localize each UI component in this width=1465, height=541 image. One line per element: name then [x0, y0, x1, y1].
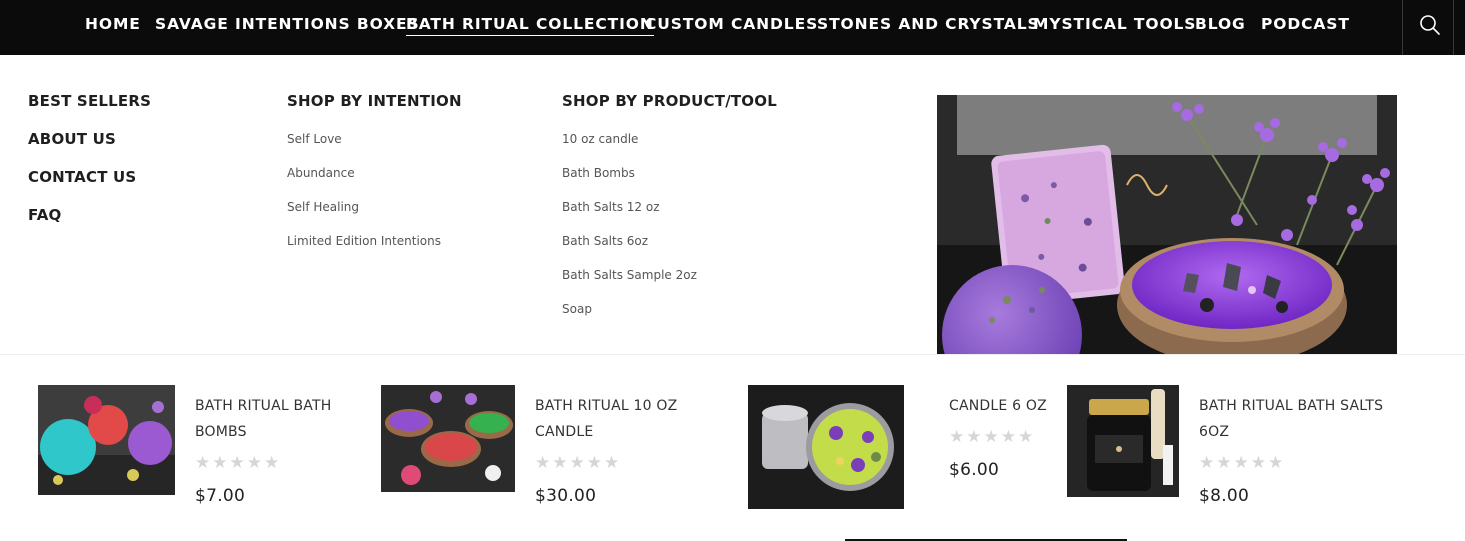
product-title[interactable]: BATH RITUAL BATH SALTS 6OZ: [1199, 393, 1383, 445]
product-price: $7.00: [195, 486, 246, 506]
nav-podcast[interactable]: PODCAST: [1261, 14, 1350, 34]
candle-6oz-photo: [748, 385, 904, 509]
product-title-line: CANDLE 6 OZ: [949, 398, 1047, 414]
shop-by-intention-heading: SHOP BY INTENTION: [287, 92, 462, 110]
product-title-line: BATH RITUAL BATH: [195, 398, 332, 414]
promo-image-art: [937, 95, 1397, 354]
menu-best-sellers[interactable]: BEST SELLERS: [28, 92, 151, 110]
menu-link-self-healing[interactable]: Self Healing: [287, 200, 359, 214]
menu-faq[interactable]: FAQ: [28, 206, 62, 224]
product-image-10oz-candle[interactable]: [381, 385, 515, 492]
nav-mystical-tools[interactable]: MYSTICAL TOOLS: [1033, 14, 1196, 34]
menu-about-us[interactable]: ABOUT US: [28, 130, 116, 148]
bath-salts-photo: [1067, 385, 1179, 497]
menu-link-bath-salts-sample[interactable]: Bath Salts Sample 2oz: [562, 268, 697, 282]
bath-bombs-photo: [38, 385, 175, 495]
nav-savage-intentions-boxes[interactable]: SAVAGE INTENTIONS BOXES: [155, 14, 420, 34]
menu-link-abundance[interactable]: Abundance: [287, 166, 355, 180]
menu-link-bath-salts-12oz[interactable]: Bath Salts 12 oz: [562, 200, 660, 214]
product-price: $8.00: [1199, 486, 1250, 506]
nav-stones-and-crystals[interactable]: STONES AND CRYSTALS: [817, 14, 1040, 34]
product-title-line: 6OZ: [1199, 424, 1230, 440]
menu-link-bath-bombs[interactable]: Bath Bombs: [562, 166, 635, 180]
menu-contact-us[interactable]: CONTACT US: [28, 168, 136, 186]
shop-by-product-heading: SHOP BY PRODUCT/TOOL: [562, 92, 777, 110]
rating-stars: ★★★★★: [535, 453, 622, 473]
promo-image[interactable]: [937, 95, 1397, 354]
nav-bath-ritual-collection[interactable]: BATH RITUAL COLLECTION: [406, 14, 654, 36]
product-title-line: BOMBS: [195, 424, 247, 440]
candle-10oz-photo: [381, 385, 515, 492]
rating-stars: ★★★★★: [1199, 453, 1286, 473]
menu-link-soap[interactable]: Soap: [562, 302, 592, 316]
nav-blog[interactable]: BLOG: [1195, 14, 1246, 34]
rating-stars: ★★★★★: [949, 427, 1036, 447]
product-image-candle-6oz[interactable]: [748, 385, 904, 509]
product-title-line: BATH RITUAL 10 OZ: [535, 398, 678, 414]
product-title[interactable]: CANDLE 6 OZ: [949, 393, 1047, 419]
product-price: $6.00: [949, 460, 1000, 480]
menu-link-self-love[interactable]: Self Love: [287, 132, 342, 146]
product-price: $30.00: [535, 486, 597, 506]
menu-link-bath-salts-6oz[interactable]: Bath Salts 6oz: [562, 234, 648, 248]
product-title-line: BATH RITUAL BATH SALTS: [1199, 398, 1384, 414]
product-image-bath-bombs[interactable]: [38, 385, 175, 495]
product-image-bath-salts-6oz[interactable]: [1067, 385, 1179, 497]
product-title[interactable]: BATH RITUAL BATH BOMBS: [195, 393, 331, 445]
product-title-line: CANDLE: [535, 424, 594, 440]
menu-link-limited-edition[interactable]: Limited Edition Intentions: [287, 234, 441, 248]
nav-custom-candles[interactable]: CUSTOM CANDLES: [645, 14, 818, 34]
search-icon: [1420, 15, 1440, 35]
search-button[interactable]: [1402, 0, 1454, 55]
nav-home[interactable]: HOME: [85, 14, 141, 34]
top-navigation: HOME SAVAGE INTENTIONS BOXES BATH RITUAL…: [0, 0, 1465, 55]
menu-link-10oz-candle[interactable]: 10 oz candle: [562, 132, 638, 146]
product-title[interactable]: BATH RITUAL 10 OZ CANDLE: [535, 393, 677, 445]
rating-stars: ★★★★★: [195, 453, 282, 473]
menu-divider: [0, 354, 1465, 355]
